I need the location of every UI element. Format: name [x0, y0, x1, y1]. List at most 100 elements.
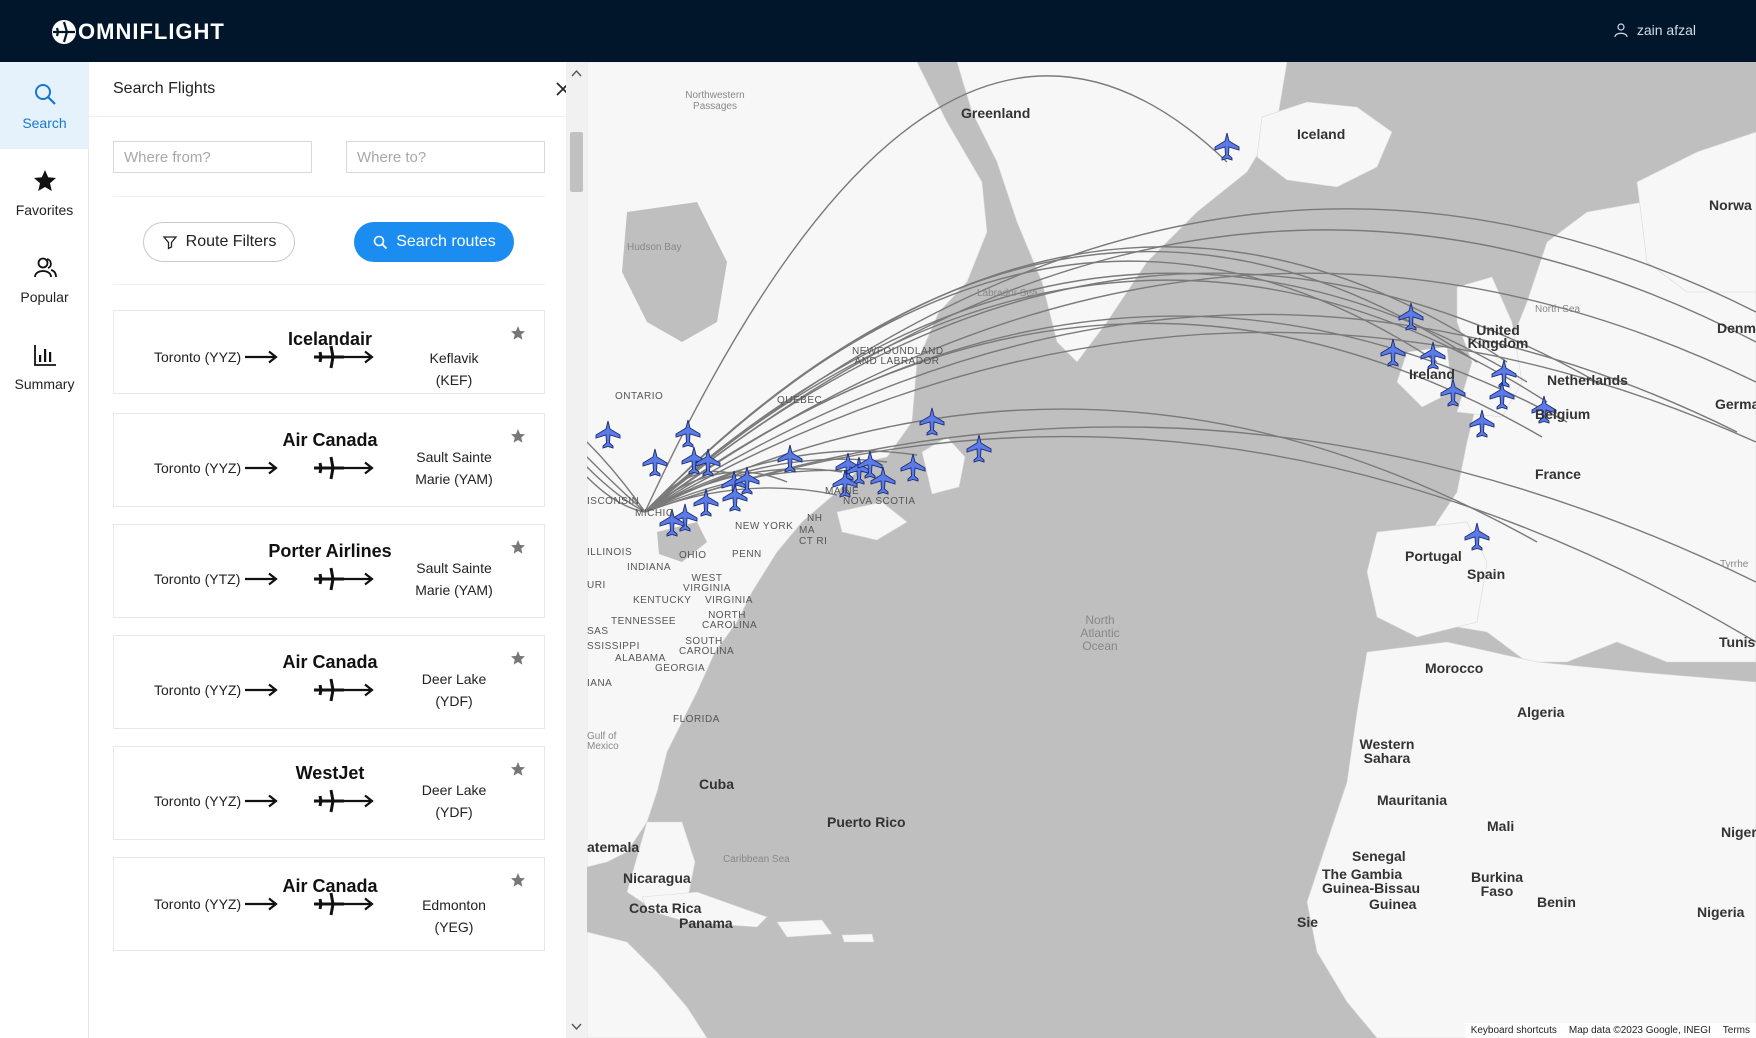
map-label-new-york: NEW YORK: [735, 521, 794, 532]
origin-airport: Toronto (YTZ): [154, 571, 241, 587]
arrow-right-icon: [245, 572, 278, 586]
map-label-tennessee: TENNESSEE: [611, 616, 677, 627]
rail-item-search[interactable]: Search: [0, 62, 89, 149]
scroll-thumb[interactable]: [570, 132, 583, 192]
map-label-newfoundland: NEWFOUNDLAND AND LABRADOR: [852, 346, 944, 367]
arrow-right-icon: [341, 897, 374, 911]
favorite-star-icon[interactable]: [510, 761, 526, 777]
map-label-cuba: Cuba: [699, 776, 734, 792]
route-card[interactable]: Air Canada Toronto (YYZ) Sault Sainte Mari…: [113, 413, 545, 507]
route-card[interactable]: Air Canada Toronto (YYZ) Deer Lake (YDF): [113, 635, 545, 729]
terms-link[interactable]: Terms: [1723, 1025, 1750, 1036]
map-label-ma: MA: [799, 525, 815, 536]
user-menu[interactable]: zain afzal: [1613, 22, 1696, 38]
map-label-tyrrhenian: Tyrrhe: [1720, 559, 1749, 570]
map-label-michigan: MICHIG: [635, 508, 675, 519]
map-canvas[interactable]: [587, 62, 1756, 1038]
map-label-ireland: Ireland: [1409, 366, 1455, 382]
map-label-nw-passages: Northwestern Passages: [685, 90, 745, 112]
map-label-ohio: OHIO: [679, 550, 707, 561]
map-label-ocean: North Atlantic Ocean: [1080, 613, 1120, 653]
origin-airport: Toronto (YYZ): [154, 896, 242, 912]
map-label-labrador-sea: Labrador Sea: [977, 288, 1038, 299]
favorite-star-icon[interactable]: [510, 539, 526, 555]
route-card[interactable]: WestJet Toronto (YYZ) Deer Lake (YDF): [113, 746, 545, 840]
scroll-down-icon[interactable]: [570, 1020, 583, 1034]
origin-airport: Toronto (YYZ): [154, 460, 242, 476]
map-label-germany: Germa: [1715, 396, 1756, 412]
map-label-algeria: Algeria: [1517, 704, 1565, 720]
map-label-mississippi: SSISSIPPI: [587, 641, 640, 652]
favorite-star-icon[interactable]: [510, 872, 526, 888]
divider: [113, 284, 545, 285]
destination-airport: Edmonton (YEG): [422, 897, 486, 935]
map-label-florida: FLORIDA: [673, 714, 720, 725]
map-label-tunisia: Tunisi: [1719, 634, 1756, 650]
route-inputs: [113, 141, 545, 173]
map-label-western-sahara: Western Sahara: [1359, 736, 1415, 766]
scroll-up-icon[interactable]: [570, 66, 583, 80]
map-label-mauritania: Mauritania: [1377, 792, 1448, 808]
origin-airport: Toronto (YYZ): [154, 349, 242, 365]
origin-input[interactable]: [113, 141, 312, 173]
bar-chart-icon: [33, 344, 56, 366]
map-label-virginia: VIRGINIA: [705, 595, 753, 606]
map-label-kentucky: KENTUCKY: [633, 595, 692, 606]
rail-item-label: Favorites: [15, 201, 74, 218]
search-icon: [34, 83, 56, 105]
arrow-right-icon: [245, 683, 278, 697]
map-label-guinea-bissau: Guinea-Bissau: [1322, 880, 1421, 896]
map-label-nicaragua: Nicaragua: [623, 870, 691, 886]
route-card[interactable]: Air Canada Toronto (YYZ) Edmonton (YEG): [113, 857, 545, 951]
rail-item-favorites[interactable]: Favorites: [0, 149, 89, 236]
rail-item-summary[interactable]: Summary: [0, 323, 89, 410]
arrow-right-icon: [341, 683, 374, 697]
arrow-right-icon: [245, 897, 278, 911]
map-label-netherlands: Netherlands: [1547, 372, 1628, 388]
destination-airport: Keflavik (KEF): [429, 350, 479, 388]
map-label-gulf: Gulf of Mexico: [587, 731, 619, 752]
route-card[interactable]: Icelandair Toronto (YYZ) Keflavik (KEF): [113, 310, 545, 394]
search-icon: [373, 235, 388, 250]
map-label-guinea: Guinea: [1369, 896, 1417, 912]
rail-item-label: Popular: [20, 288, 69, 305]
plane-logo-icon: [52, 20, 76, 44]
map-label-penn: PENN: [732, 549, 762, 560]
map-label-ontario: ONTARIO: [615, 391, 664, 402]
map-label-wisconsin: ISCONSIN: [587, 496, 640, 507]
user-icon: [1614, 23, 1628, 38]
map-label-benin: Benin: [1537, 894, 1576, 910]
favorite-star-icon[interactable]: [510, 650, 526, 666]
origin-airport: Toronto (YYZ): [154, 793, 242, 809]
brand-name: OMNIFLIGHT: [78, 19, 225, 44]
favorite-star-icon[interactable]: [510, 325, 526, 341]
arrow-right-icon: [245, 350, 278, 364]
route-card[interactable]: Porter Airlines Toronto (YTZ) Sault Sainte…: [113, 524, 545, 618]
route-filters-button[interactable]: Route Filters: [143, 222, 295, 262]
map-label-sierra: Sie: [1297, 914, 1319, 930]
results-scrollbar[interactable]: [566, 62, 587, 1038]
destination-input[interactable]: [346, 141, 545, 173]
map-label-morocco: Morocco: [1425, 660, 1484, 676]
route-map[interactable]: Greenland Iceland Norwa Northwestern Pas…: [587, 62, 1756, 1038]
map-label-france: France: [1535, 466, 1581, 482]
user-name: zain afzal: [1636, 22, 1696, 38]
destination-airport: Deer Lake (YDF): [421, 671, 487, 709]
map-data-credit: Map data ©2023 Google, INEGI: [1568, 1025, 1711, 1036]
map-label-spain: Spain: [1467, 566, 1506, 582]
top-bar: OMNIFLIGHT zain afzal: [0, 0, 1756, 62]
nav-rail: Search Favorites Popular Summary: [0, 62, 89, 1038]
arrow-right-icon: [341, 461, 374, 475]
people-icon: [33, 257, 57, 277]
favorite-star-icon[interactable]: [510, 428, 526, 444]
origin-airport: Toronto (YYZ): [154, 682, 242, 698]
map-label-iana: IANA: [587, 678, 613, 689]
filter-icon: [162, 236, 178, 250]
search-routes-button[interactable]: Search routes: [354, 222, 514, 262]
arrow-right-icon: [245, 461, 278, 475]
keyboard-shortcuts-link[interactable]: Keyboard shortcuts: [1471, 1025, 1557, 1036]
destination-airport: Sault Sainte Marie (YAM): [415, 560, 493, 598]
brand-logo[interactable]: OMNIFLIGHT: [50, 18, 225, 46]
map-label-senegal: Senegal: [1352, 848, 1406, 864]
rail-item-popular[interactable]: Popular: [0, 236, 89, 323]
